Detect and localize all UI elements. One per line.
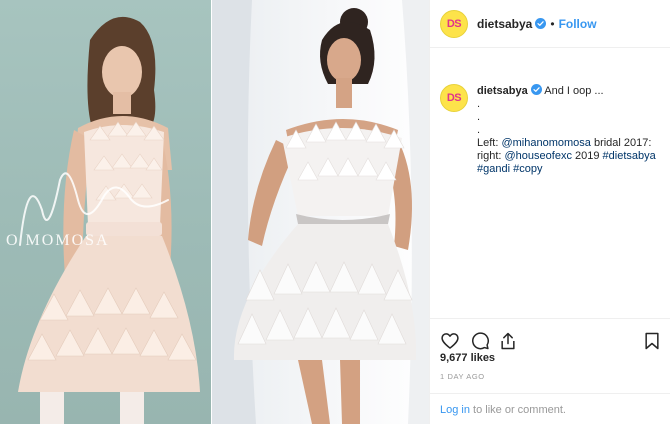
caption-dot: . bbox=[477, 111, 481, 123]
comment-login-prompt: Log in to like or comment. bbox=[430, 393, 670, 424]
hashtag-link[interactable]: #gandi bbox=[477, 163, 510, 175]
caption-credits-line-1: Left: @mihanomomosa bridal 2017: bbox=[477, 137, 667, 150]
mention-link[interactable]: @mihanomomosa bbox=[501, 137, 590, 149]
hashtag-link[interactable]: #dietsabya bbox=[603, 150, 656, 162]
post-timestamp[interactable]: 1 DAY AGO bbox=[440, 372, 485, 381]
post-image-right-panel bbox=[212, 0, 429, 424]
post-sidebar: DS dietsabya • Follow DS dietsabya And I… bbox=[429, 0, 670, 424]
caption-dot: . bbox=[477, 124, 481, 136]
caption-first-line: dietsabya And I oop ... bbox=[477, 84, 667, 98]
mention-link[interactable]: @houseofexc bbox=[505, 150, 572, 162]
post-header: DS dietsabya • Follow bbox=[430, 0, 670, 48]
verified-badge-icon bbox=[530, 84, 542, 95]
caption-text-segment: bridal 2017: bbox=[590, 137, 652, 149]
verified-badge-icon bbox=[535, 18, 547, 29]
caption-text-segment: 2019 bbox=[571, 150, 603, 162]
bookmark-icon[interactable] bbox=[642, 331, 662, 351]
avatar[interactable]: DS bbox=[440, 9, 468, 38]
login-prompt-text: to like or comment. bbox=[469, 404, 566, 416]
comment-icon[interactable] bbox=[470, 331, 490, 351]
post-caption: DS dietsabya And I oop ... . . . Left: @… bbox=[430, 84, 670, 176]
caption-hashtags-line: #gandi #copy bbox=[477, 163, 667, 176]
right-model-illustration bbox=[212, 0, 429, 424]
likes-count[interactable]: 9,677 likes bbox=[440, 352, 495, 364]
post-image[interactable]: O MOMOSA bbox=[0, 0, 429, 424]
caption-avatar[interactable]: DS bbox=[440, 84, 468, 112]
caption-text: dietsabya And I oop ... . . . Left: @mih… bbox=[477, 84, 667, 176]
image-watermark: O MOMOSA bbox=[6, 232, 110, 249]
caption-credits-line-2: right: @houseofexc 2019 #dietsabya bbox=[477, 150, 667, 163]
avatar-text: DS bbox=[446, 17, 462, 30]
post-image-left-panel: O MOMOSA bbox=[0, 0, 212, 424]
hashtag-link[interactable]: #copy bbox=[513, 163, 542, 175]
heart-icon[interactable] bbox=[440, 331, 460, 351]
login-link[interactable]: Log in bbox=[440, 404, 470, 416]
caption-avatar-text: DS bbox=[446, 92, 462, 104]
caption-username[interactable]: dietsabya bbox=[477, 85, 528, 97]
caption-text-segment: Left: bbox=[477, 137, 502, 149]
share-icon[interactable] bbox=[498, 331, 518, 351]
follow-button[interactable]: Follow bbox=[559, 17, 597, 31]
separator-dot: • bbox=[550, 16, 555, 31]
caption-first-text: And I oop ... bbox=[544, 85, 604, 97]
caption-dot: . bbox=[477, 98, 481, 110]
username-link[interactable]: dietsabya bbox=[477, 17, 532, 31]
caption-text-segment: right: bbox=[477, 150, 505, 162]
